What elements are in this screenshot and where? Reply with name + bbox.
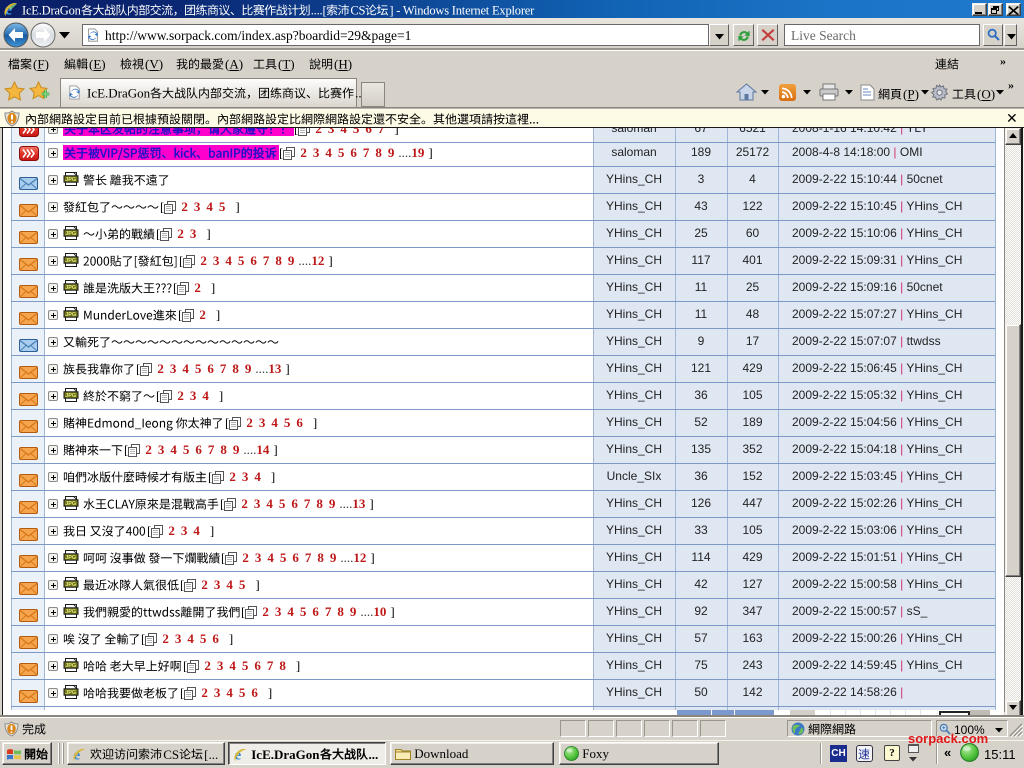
svg-text:JPG: JPG bbox=[65, 231, 76, 237]
svg-text:JPG: JPG bbox=[65, 609, 76, 615]
svg-text:JPG: JPG bbox=[65, 285, 76, 291]
svg-text:JPG: JPG bbox=[65, 177, 76, 183]
svg-text:JPG: JPG bbox=[65, 393, 76, 399]
svg-text:JPG: JPG bbox=[65, 690, 76, 696]
svg-text:JPG: JPG bbox=[65, 501, 76, 507]
svg-text:JPG: JPG bbox=[65, 555, 76, 561]
svg-text:JPG: JPG bbox=[65, 258, 76, 264]
svg-text:JPG: JPG bbox=[65, 312, 76, 318]
svg-text:JPG: JPG bbox=[65, 663, 76, 669]
svg-text:JPG: JPG bbox=[65, 582, 76, 588]
